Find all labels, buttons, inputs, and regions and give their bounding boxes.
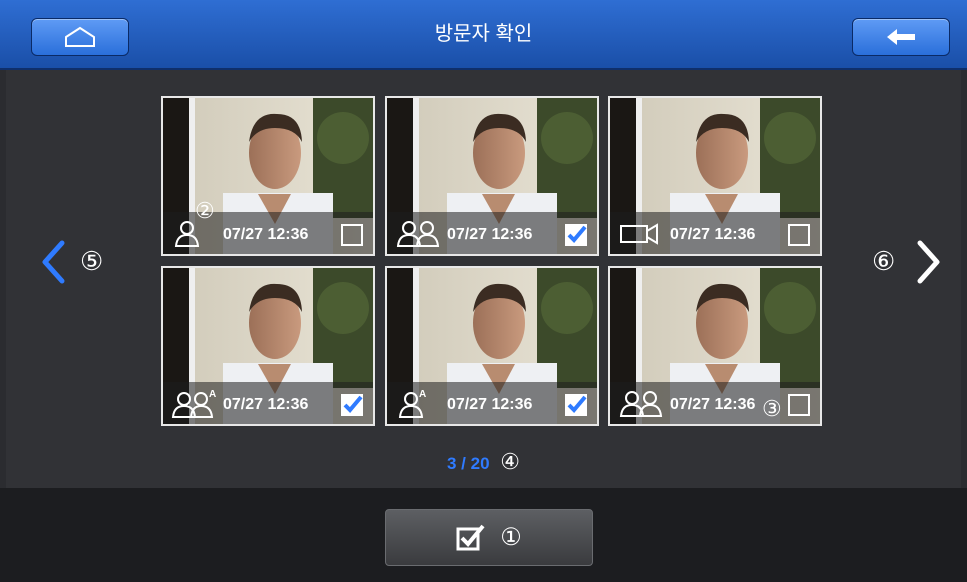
home-icon xyxy=(65,26,95,47)
visit-time: 07/27 12:36 xyxy=(670,396,756,413)
select-checkbox-checked[interactable] xyxy=(565,394,587,416)
visitor-thumbnail[interactable]: 07/27 12:36 xyxy=(608,96,822,256)
next-page-button[interactable] xyxy=(916,240,942,289)
page-total: 20 xyxy=(470,454,490,473)
select-checkbox[interactable] xyxy=(788,224,810,246)
visit-time: 07/27 12:36 xyxy=(223,226,309,243)
visit-time: 07/27 12:36 xyxy=(447,226,533,243)
select-checkbox-checked[interactable] xyxy=(341,394,363,416)
back-button[interactable] xyxy=(852,18,950,56)
visitor-thumbnail[interactable]: 07/27 12:36 xyxy=(385,96,599,256)
type-label: A xyxy=(209,389,216,400)
visitor-thumbnail[interactable]: 07/27 12:36 ③ xyxy=(608,266,822,426)
checkbox-icon xyxy=(456,524,485,550)
chevron-right-icon xyxy=(917,240,940,284)
chevron-left-icon xyxy=(42,240,65,284)
next-marker: ⑥ xyxy=(872,246,896,276)
prev-marker: ⑤ xyxy=(80,246,104,276)
video-camera-icon xyxy=(620,223,658,245)
visit-time: 07/27 12:36 xyxy=(670,226,756,243)
select-checkbox-checked[interactable] xyxy=(565,224,587,246)
pager-marker: ④ xyxy=(500,449,521,474)
back-arrow-icon xyxy=(887,29,915,45)
page-title: 방문자 확인 xyxy=(434,23,533,45)
prev-page-button[interactable] xyxy=(40,240,66,289)
visitor-thumbnail[interactable]: ② 07/27 12:36 xyxy=(161,96,375,256)
annotation-marker: ② xyxy=(195,198,215,223)
visit-time: 07/27 12:36 xyxy=(223,396,309,413)
page-indicator: 3 / 20 ④ xyxy=(0,449,967,475)
select-checkbox[interactable] xyxy=(341,224,363,246)
home-button[interactable] xyxy=(31,18,129,56)
two-persons-icon xyxy=(619,391,663,417)
two-persons-icon xyxy=(396,221,440,247)
single-person-a-icon: A xyxy=(398,389,426,418)
select-checkbox[interactable] xyxy=(788,394,810,416)
checkmark-icon xyxy=(567,225,587,243)
checkmark-icon xyxy=(343,395,363,413)
confirm-marker: ① xyxy=(500,524,522,551)
type-label: A xyxy=(419,389,426,400)
confirm-selection-button[interactable]: ① xyxy=(385,509,593,566)
page-separator: / xyxy=(456,454,471,473)
visitor-thumbnail[interactable]: A 07/27 12:36 xyxy=(161,266,375,426)
annotation-marker: ③ xyxy=(762,396,782,421)
checkmark-icon xyxy=(567,395,587,413)
two-persons-a-icon: A xyxy=(171,389,216,418)
visitor-thumbnail[interactable]: A 07/27 12:36 xyxy=(385,266,599,426)
visit-time: 07/27 12:36 xyxy=(447,396,533,413)
